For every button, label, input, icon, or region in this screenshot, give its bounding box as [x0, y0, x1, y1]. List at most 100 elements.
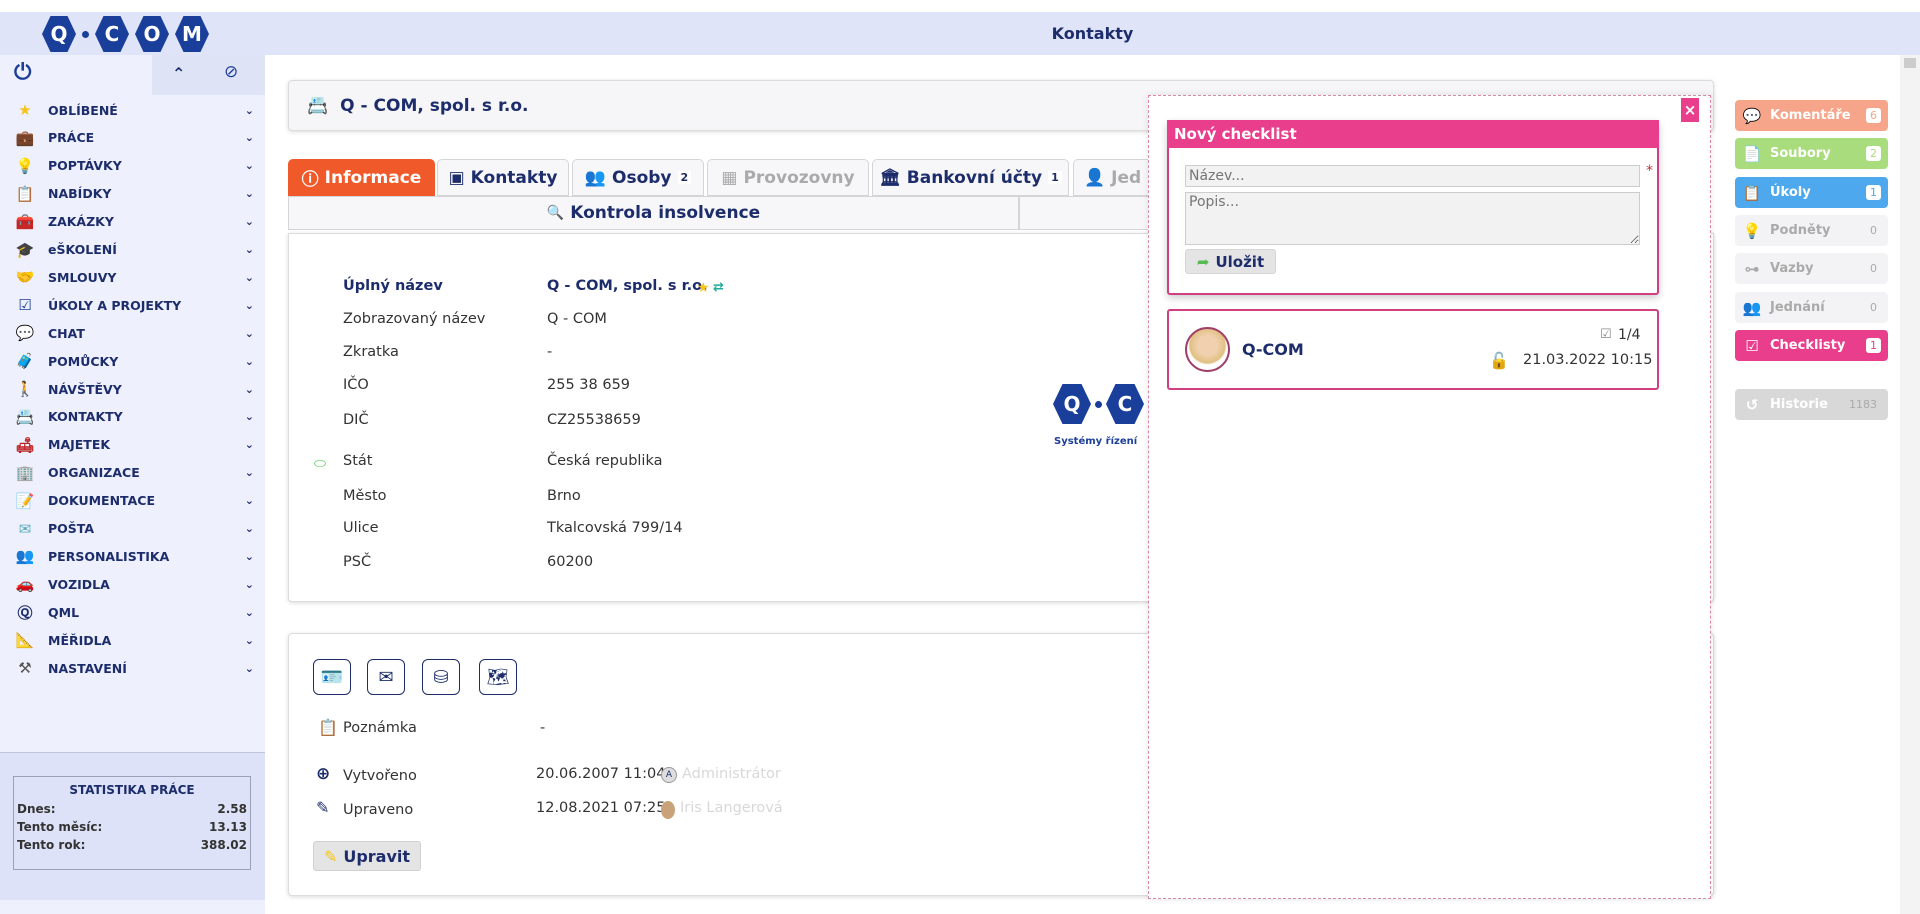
chevron-down-icon[interactable]: ⌄: [245, 355, 254, 368]
power-icon[interactable]: ⏻: [14, 60, 31, 85]
chevron-down-icon[interactable]: ⌄: [245, 243, 254, 256]
sidebar-item-vozidla[interactable]: 🚗 VOZIDLA ⌄: [14, 571, 254, 597]
save-button[interactable]: ➦ Uložit: [1185, 249, 1276, 274]
tab-kontrola-insolvence[interactable]: 🔍 Kontrola insolvence: [288, 196, 1019, 230]
sidebar-item-nastavení[interactable]: ⚒ NASTAVENÍ ⌄: [14, 655, 254, 681]
database-button[interactable]: ⛁: [422, 659, 460, 695]
chevron-down-icon[interactable]: ⌄: [245, 187, 254, 200]
sidebar-item-práce[interactable]: 💼 PRÁCE ⌄: [14, 125, 254, 151]
note-label: Poznámka: [343, 720, 417, 736]
checklist-item[interactable]: [1167, 309, 1659, 390]
side-button-komentáře[interactable]: 💬 Komentáře 6: [1735, 100, 1888, 131]
side-button-soubory[interactable]: 📄 Soubory 2: [1735, 138, 1888, 169]
side-icon: 💬: [1742, 106, 1762, 125]
tab-informace[interactable]: ⓘ Informace: [288, 159, 435, 196]
clipboard-icon: 📋: [318, 718, 338, 737]
chevron-down-icon[interactable]: ⌄: [245, 215, 254, 228]
sidebar-item-majetek[interactable]: 🛋 MAJETEK ⌄: [14, 432, 254, 458]
edit-label: Upravit: [343, 846, 411, 866]
menu-icon: 🎓: [15, 240, 35, 259]
side-button-checklisty[interactable]: ☑ Checklisty 1: [1735, 330, 1888, 361]
checklist-name-input[interactable]: [1185, 165, 1640, 187]
chevron-down-icon[interactable]: ⌄: [245, 606, 254, 619]
tab-kontakty[interactable]: ▣ Kontakty: [437, 159, 569, 196]
field-value: Q - COM: [547, 311, 607, 327]
sidebar-item-label: OBLÍBENÉ: [48, 102, 118, 118]
side-button-vazby[interactable]: ⊶ Vazby 0: [1735, 253, 1888, 284]
note-value: -: [540, 720, 546, 736]
user-avatar: [661, 801, 675, 819]
tab-provozovny[interactable]: ▦ Provozovny: [707, 159, 869, 196]
tab-bankovni-ucty[interactable]: 🏛 Bankovní účty 1: [872, 159, 1069, 196]
close-button[interactable]: ×: [1681, 98, 1699, 122]
chevron-down-icon[interactable]: ⌄: [245, 438, 254, 451]
sidebar-item-kontakty[interactable]: 📇 KONTAKTY ⌄: [14, 404, 254, 430]
tab-label: Osoby: [612, 167, 672, 188]
link-arrows-icon[interactable]: ⇄: [713, 280, 724, 295]
sidebar-item-zakázky[interactable]: 🧰 ZAKÁZKY ⌄: [14, 209, 254, 235]
sidebar-item-návštěvy[interactable]: 🚶 NÁVŠTĚVY ⌄: [14, 376, 254, 402]
sidebar-item-oblíbené[interactable]: ★ OBLÍBENÉ ⌄: [14, 97, 254, 123]
map-button[interactable]: 🗺: [479, 659, 517, 695]
tab-osoby[interactable]: 👥 Osoby 2: [572, 159, 704, 196]
menu-icon: Ⓠ: [17, 603, 33, 622]
field-label: Zobrazovaný název: [343, 311, 486, 327]
flag-icon: ⬭: [314, 456, 326, 472]
info-icon: ⓘ: [301, 170, 319, 190]
qcom-logo[interactable]: QCOM: [42, 14, 209, 54]
envelope-icon: ✉: [378, 666, 394, 688]
checklist-progress: 1/4: [1618, 327, 1641, 343]
side-button-jednání[interactable]: 👥 Jednání 0: [1735, 292, 1888, 323]
side-button-úkoly[interactable]: 📋 Úkoly 1: [1735, 177, 1888, 208]
chevron-down-icon[interactable]: ⌄: [245, 271, 254, 284]
chevron-down-icon[interactable]: ⌄: [245, 159, 254, 172]
chevron-down-icon[interactable]: ⌄: [245, 662, 254, 675]
collapse-all-icon[interactable]: ⌃: [172, 64, 185, 83]
hide-eye-icon[interactable]: ⊘: [224, 62, 238, 82]
chevron-down-icon[interactable]: ⌄: [245, 327, 254, 340]
chevron-down-icon[interactable]: ⌄: [245, 550, 254, 563]
side-button-historie[interactable]: ↺ Historie 1183: [1735, 389, 1888, 420]
email-button[interactable]: ✉: [367, 659, 405, 695]
chevron-down-icon[interactable]: ⌄: [245, 131, 254, 144]
sidebar-item-pošta[interactable]: ✉ POŠTA ⌄: [14, 516, 254, 542]
field-label: Ulice: [343, 520, 379, 536]
tab-empty[interactable]: [1019, 196, 1159, 230]
updated-by-link[interactable]: Iris Langerová: [680, 800, 783, 816]
checklist-description-input[interactable]: [1185, 192, 1640, 245]
sidebar-item-personalistika[interactable]: 👥 PERSONALISTIKA ⌄: [14, 543, 254, 569]
sidebar-item-dokumentace[interactable]: 📝 DOKUMENTACE ⌄: [14, 488, 254, 514]
created-by-link[interactable]: Administrátor: [682, 766, 781, 782]
side-count: 1: [1866, 185, 1881, 200]
chevron-down-icon[interactable]: ⌄: [245, 494, 254, 507]
menu-icon: 💬: [15, 324, 35, 343]
sidebar-item-smlouvy[interactable]: 🤝 SMLOUVY ⌄: [14, 264, 254, 290]
scrollbar[interactable]: [1900, 55, 1920, 914]
vcard-button[interactable]: 🪪: [313, 659, 351, 695]
sidebar-item-eškolení[interactable]: 🎓 eŠKOLENÍ ⌄: [14, 237, 254, 263]
sidebar-item-nabídky[interactable]: 📋 NABÍDKY ⌄: [14, 181, 254, 207]
chevron-down-icon[interactable]: ⌄: [245, 634, 254, 647]
chevron-down-icon[interactable]: ⌄: [245, 383, 254, 396]
chevron-down-icon[interactable]: ⌄: [245, 299, 254, 312]
sidebar-item-poptávky[interactable]: 💡 POPTÁVKY ⌄: [14, 153, 254, 179]
sidebar-item-měřidla[interactable]: 📐 MĚŘIDLA ⌄: [14, 627, 254, 653]
side-button-podněty[interactable]: 💡 Podněty 0: [1735, 215, 1888, 246]
sidebar-item-qml[interactable]: Ⓠ QML ⌄: [14, 599, 254, 625]
side-label: Vazby: [1770, 261, 1814, 276]
sidebar-item-chat[interactable]: 💬 CHAT ⌄: [14, 320, 254, 346]
chevron-down-icon[interactable]: ⌄: [245, 578, 254, 591]
chevron-down-icon[interactable]: ⌄: [245, 104, 254, 117]
sidebar-item-organizace[interactable]: 🏢 ORGANIZACE ⌄: [14, 460, 254, 486]
chevron-down-icon[interactable]: ⌄: [245, 410, 254, 423]
scrollbar-thumb[interactable]: [1904, 58, 1916, 68]
chevron-down-icon[interactable]: ⌄: [245, 522, 254, 535]
edit-button[interactable]: ✎ Upravit: [313, 841, 421, 871]
sidebar-item-úkoly-a-projekty[interactable]: ☑ ÚKOLY A PROJEKTY ⌄: [14, 292, 254, 318]
chevron-down-icon[interactable]: ⌄: [245, 466, 254, 479]
field-value: 60200: [547, 554, 594, 570]
menu-icon: ★: [18, 101, 32, 119]
favorite-star-icon[interactable]: ★: [697, 280, 710, 296]
sidebar-item-label: QML: [48, 604, 80, 620]
sidebar-item-pomůcky[interactable]: 🧳 POMŮCKY ⌄: [14, 348, 254, 374]
